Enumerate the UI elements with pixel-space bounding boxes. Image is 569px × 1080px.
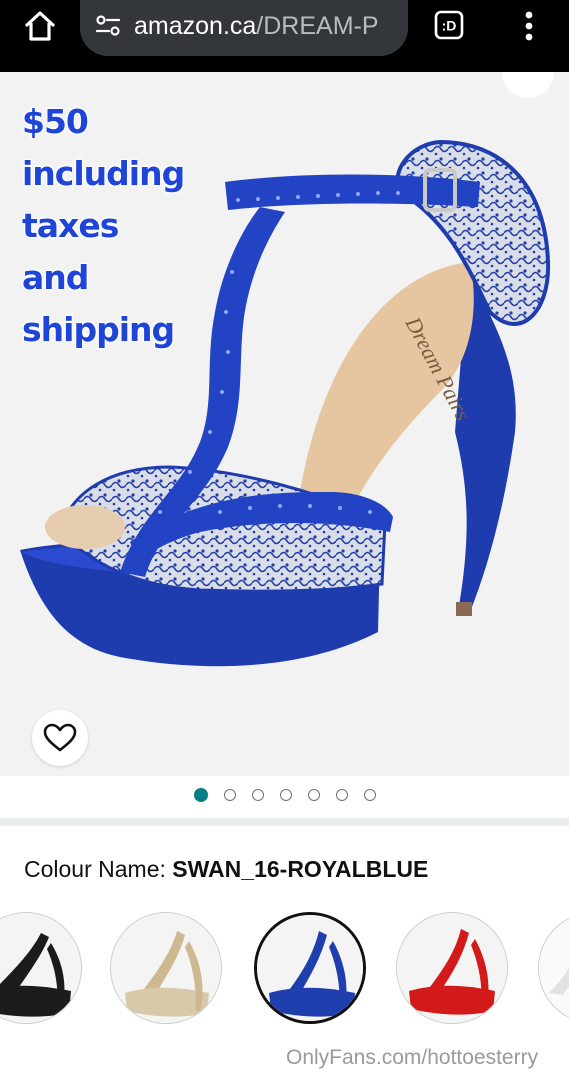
url-host: amazon.ca [134,12,257,40]
carousel-dot-active[interactable] [193,788,208,802]
watermark-text: OnlyFans.com/hottoesterry [286,1046,539,1069]
tab-switcher-button[interactable]: :D [434,10,464,40]
browser-menu-button[interactable] [515,8,543,44]
image-carousel-dots [0,786,569,806]
swatch-red[interactable] [396,912,508,1024]
url-text[interactable]: amazon.ca/DREAM-P [134,11,394,41]
carousel-dot[interactable] [251,789,264,801]
carousel-dot[interactable] [335,789,348,801]
swatch-red-image [397,913,507,1023]
swatch-white[interactable] [538,912,569,1024]
swatch-white-image [539,913,569,1023]
promo-line: taxes [22,206,119,245]
colour-swatch-list [0,912,569,1030]
promo-text: $50 including taxes and shipping [22,96,185,356]
swatch-champagne[interactable] [110,912,222,1024]
carousel-dot[interactable] [363,789,376,801]
promo-line: and [22,258,89,297]
carousel-dot[interactable] [307,789,320,801]
product-image[interactable]: Dream Pairs $50 including taxes and ship… [0,72,569,776]
site-settings-icon[interactable] [94,12,122,40]
colour-name-label: Colour Name: SWAN_16-ROYALBLUE [24,856,428,883]
tabs-label: :D [442,18,457,34]
more-vert-icon [525,11,533,41]
home-button[interactable] [20,8,60,44]
promo-line: shipping [22,310,175,349]
heart-outline-icon [43,723,77,752]
swatch-black-image [0,913,81,1023]
swatch-royal-blue[interactable] [254,912,366,1024]
section-divider [0,818,569,826]
carousel-dot[interactable] [279,789,292,801]
swatch-royal-blue-image [257,915,363,1021]
promo-line: including [22,154,185,193]
url-path: /DREAM-P [256,12,379,40]
promo-line-price: $50 [22,102,89,141]
colour-value: SWAN_16-ROYALBLUE [172,856,429,882]
browser-toolbar: amazon.ca/DREAM-P :D [0,0,569,72]
swatch-champagne-image [111,913,221,1023]
carousel-dot[interactable] [223,789,236,801]
colour-label-text: Colour Name: [24,856,166,882]
wishlist-button[interactable] [32,710,88,766]
swatch-black[interactable] [0,912,82,1024]
tab-switcher-icon: :D [434,10,464,40]
address-bar[interactable]: amazon.ca/DREAM-P [80,0,408,56]
home-icon [25,11,55,41]
